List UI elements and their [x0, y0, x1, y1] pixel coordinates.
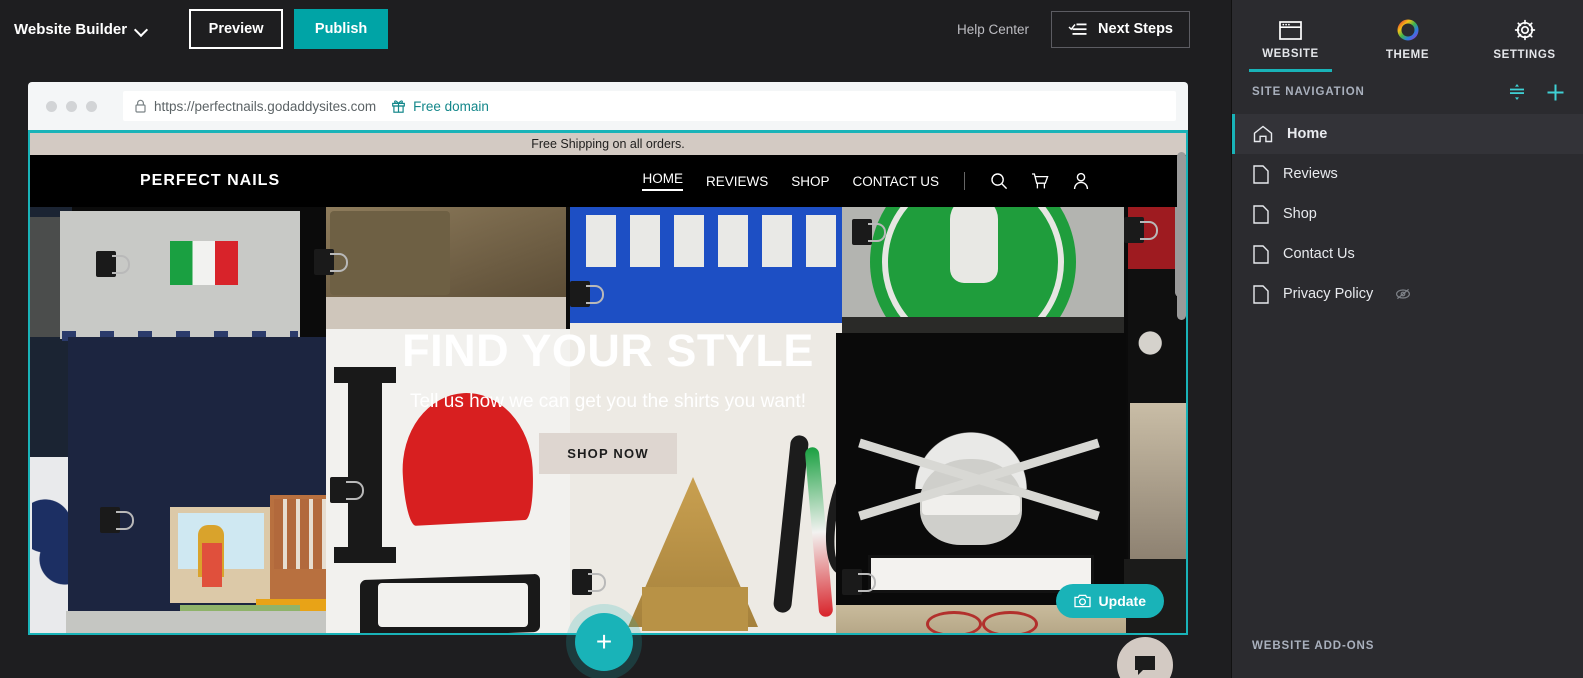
next-steps-label: Next Steps: [1098, 21, 1173, 37]
site-header: PERFECT NAILS HOME REVIEWS SHOP CONTACT …: [30, 155, 1186, 207]
sidebar-item-reviews-label: Reviews: [1283, 166, 1338, 182]
website-builder-label: Website Builder: [14, 20, 128, 38]
top-toolbar: Website Builder Preview Publish Help Cen…: [0, 0, 1231, 58]
next-steps-button[interactable]: Next Steps: [1051, 10, 1190, 48]
site-logo: PERFECT NAILS: [140, 172, 281, 189]
search-icon[interactable]: [990, 172, 1008, 190]
update-image-button[interactable]: Update: [1055, 584, 1164, 618]
gift-icon: [392, 99, 406, 113]
site-navigation-header: SITE NAVIGATION: [1232, 72, 1583, 112]
publish-button[interactable]: Publish: [294, 9, 389, 49]
update-label: Update: [1098, 593, 1146, 609]
page-icon: [1253, 284, 1269, 304]
chat-widget-button[interactable]: [1117, 637, 1173, 678]
sidebar-item-contact-us[interactable]: Contact Us: [1232, 234, 1583, 274]
site-nav-contact-us[interactable]: CONTACT US: [852, 174, 939, 189]
hero-text-block: FIND YOUR STYLE Tell us how we can get y…: [30, 325, 1186, 474]
page-icon: [1253, 244, 1269, 264]
window-dot-close: [46, 100, 57, 112]
panel-tabs: WEBSITE THEME SETTINGS: [1232, 0, 1583, 72]
add-section-button[interactable]: +: [575, 613, 633, 671]
tab-theme-label: THEME: [1385, 49, 1430, 61]
sidebar-item-home[interactable]: Home: [1232, 114, 1583, 154]
website-addons-title: WEBSITE ADD-ONS: [1252, 640, 1375, 652]
browser-window-icon: [1279, 20, 1302, 40]
website-builder-menu[interactable]: Website Builder: [14, 21, 147, 38]
sidebar-item-shop-label: Shop: [1283, 206, 1317, 222]
chat-bubble-icon: [1135, 656, 1155, 675]
site-navigation-actions: [1508, 83, 1565, 102]
sidebar-item-shop[interactable]: Shop: [1232, 194, 1583, 234]
sidebar-item-contact-us-label: Contact Us: [1283, 246, 1355, 262]
window-dots: [46, 100, 97, 112]
site-nav-home[interactable]: HOME: [642, 171, 683, 191]
browser-chrome: https://perfectnails.godaddysites.com Fr…: [28, 82, 1188, 130]
tab-theme[interactable]: THEME: [1349, 0, 1466, 72]
site-pages-list: Home Reviews Shop Contact Us Privacy Pol…: [1232, 114, 1583, 314]
reorder-icon[interactable]: [1508, 83, 1526, 101]
right-panel: WEBSITE THEME SETTINGS SITE NAVIGATION H…: [1231, 0, 1583, 678]
gear-icon: [1514, 19, 1536, 41]
canvas-scrollbar-thumb[interactable]: [1177, 152, 1186, 320]
sidebar-item-reviews[interactable]: Reviews: [1232, 154, 1583, 194]
camera-icon: [1073, 594, 1091, 608]
shop-now-button[interactable]: SHOP NOW: [539, 433, 677, 474]
lock-icon: [135, 99, 146, 113]
account-icon[interactable]: [1072, 172, 1090, 190]
tab-website[interactable]: WEBSITE: [1232, 0, 1349, 72]
nav-divider: [964, 172, 965, 190]
hero-section[interactable]: FIND YOUR STYLE Tell us how we can get y…: [30, 207, 1186, 633]
window-dot-minimize: [66, 100, 77, 112]
preview-button[interactable]: Preview: [189, 9, 284, 49]
home-icon: [1253, 125, 1273, 143]
site-nav: HOME REVIEWS SHOP CONTACT US: [642, 171, 1090, 191]
window-dot-maximize: [86, 100, 97, 112]
add-page-icon[interactable]: [1546, 83, 1565, 102]
tab-settings-label: SETTINGS: [1493, 49, 1556, 61]
site-canvas: Free Shipping on all orders. PERFECT NAI…: [28, 130, 1188, 635]
url-text: https://perfectnails.godaddysites.com: [154, 98, 377, 114]
page-icon: [1253, 204, 1269, 224]
sidebar-item-home-label: Home: [1287, 126, 1328, 142]
cart-icon[interactable]: [1031, 172, 1049, 190]
announcement-bar: Free Shipping on all orders.: [30, 133, 1186, 155]
checklist-icon: [1068, 22, 1087, 37]
site-navigation-title: SITE NAVIGATION: [1252, 86, 1365, 98]
tab-website-label: WEBSITE: [1262, 47, 1319, 60]
hidden-page-icon: [1395, 287, 1411, 301]
sidebar-item-privacy-policy[interactable]: Privacy Policy: [1232, 274, 1583, 314]
url-bar[interactable]: https://perfectnails.godaddysites.com Fr…: [123, 91, 1176, 121]
top-toolbar-right: Help Center Next Steps: [957, 10, 1190, 48]
hero-subtitle: Tell us how we can get you the shirts yo…: [409, 391, 807, 412]
site-nav-reviews[interactable]: REVIEWS: [706, 174, 768, 189]
hero-title: FIND YOUR STYLE: [402, 325, 814, 376]
tab-settings[interactable]: SETTINGS: [1466, 0, 1583, 72]
color-wheel-icon: [1397, 19, 1419, 41]
app-root: Website Builder Preview Publish Help Cen…: [0, 0, 1583, 678]
chevron-down-icon: [136, 24, 147, 35]
page-icon: [1253, 164, 1269, 184]
help-center-link[interactable]: Help Center: [957, 22, 1029, 37]
site-nav-shop[interactable]: SHOP: [791, 174, 829, 189]
free-domain-link[interactable]: Free domain: [413, 99, 489, 114]
sidebar-item-privacy-policy-label: Privacy Policy: [1283, 286, 1374, 302]
